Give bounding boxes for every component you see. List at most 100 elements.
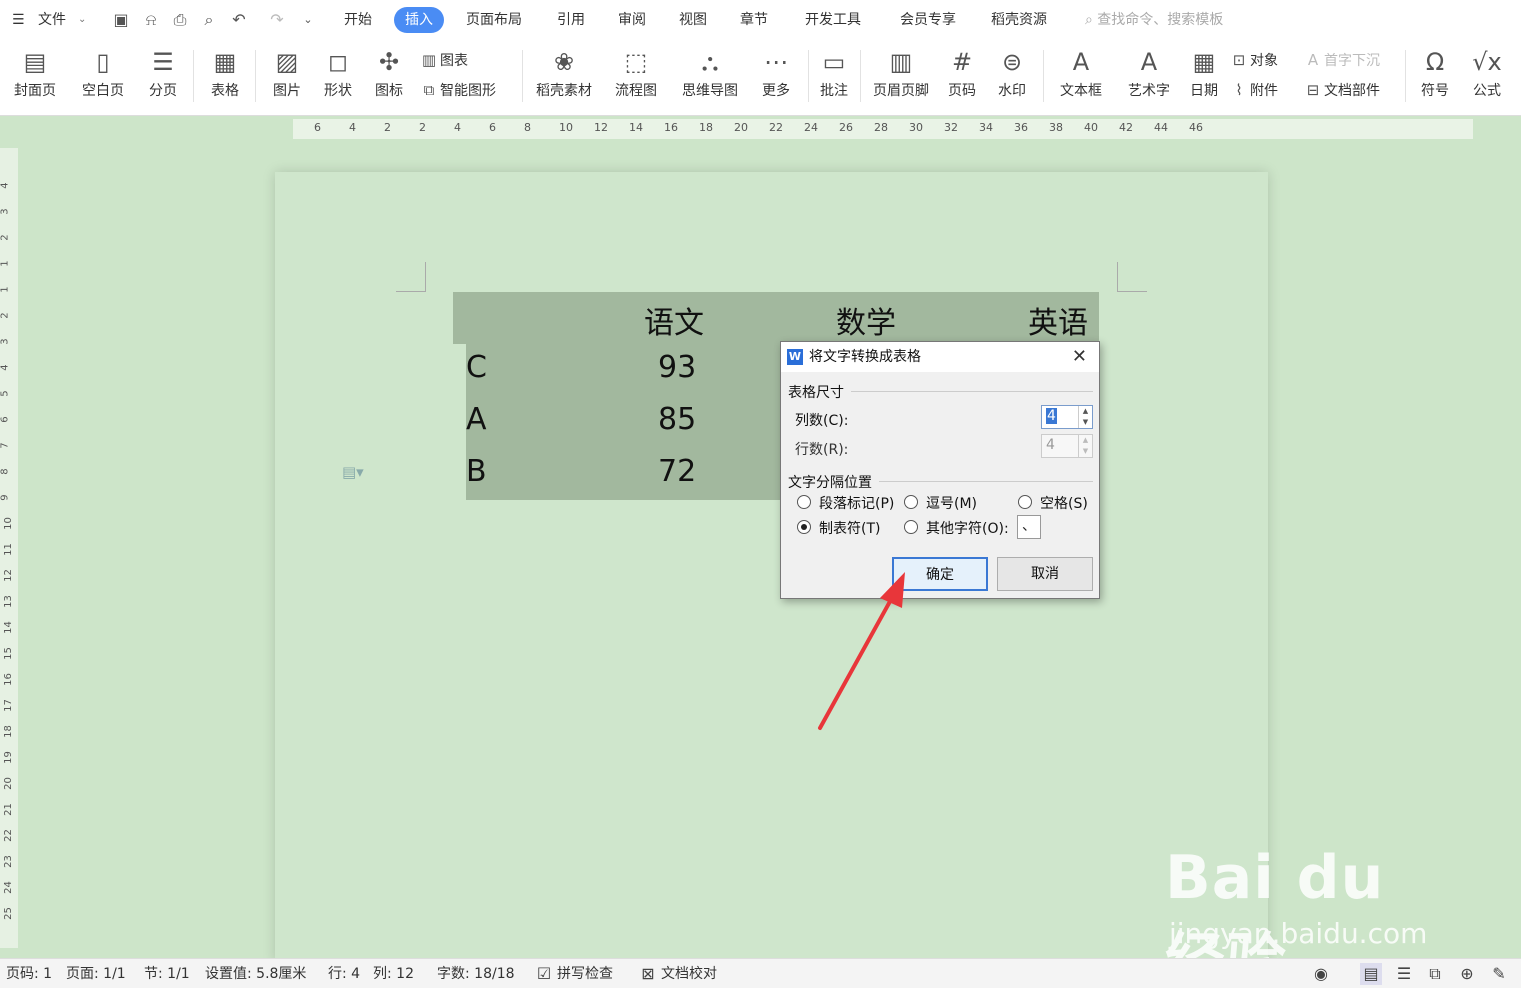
page-break-button[interactable]: ☰ 分页	[140, 44, 186, 110]
mindmap-button[interactable]: ⛬ 思维导图	[674, 44, 746, 110]
file-dropdown-icon[interactable]: ⌄	[78, 0, 86, 40]
file-menu[interactable]: 文件	[38, 0, 66, 40]
table-button[interactable]: ▦ 表格	[202, 44, 248, 110]
drop-cap-button[interactable]: A 首字下沉	[1302, 48, 1380, 72]
vertical-ruler[interactable]: 4 3 2 1 1 2 3 4 5 6 7 8 9 10 11 12 13 14 15 16 17 18 19 20 21 22 2…	[0, 148, 18, 948]
close-icon[interactable]: ✕	[1072, 342, 1087, 372]
document-page[interactable]	[275, 172, 1268, 962]
outline-view-icon[interactable]: ☰	[1393, 963, 1415, 985]
margin-corner-mark	[1117, 262, 1147, 292]
tab-review[interactable]: 审阅	[618, 0, 646, 40]
search-input[interactable]: 查找命令、搜索模板	[1097, 12, 1223, 28]
ok-button[interactable]: 确定	[892, 557, 988, 591]
spell-check-icon[interactable]: ☑	[533, 963, 555, 985]
header-cell[interactable]: 数学	[836, 298, 896, 342]
radio-other-char[interactable]	[904, 520, 918, 534]
header-cell[interactable]: 语文	[644, 298, 704, 342]
picture-button[interactable]: ▨ 图片	[264, 44, 310, 110]
tab-page-layout[interactable]: 页面布局	[466, 0, 522, 40]
columns-spinner[interactable]: 4 ▲ ▼	[1041, 405, 1093, 429]
radio-paragraph-mark[interactable]	[797, 495, 811, 509]
status-setting-value[interactable]: 设置值: 5.8厘米	[205, 959, 306, 988]
radio-comma[interactable]	[904, 495, 918, 509]
horizontal-ruler[interactable]: 6 4 2 2 4 6 8 10 12 14 16 18 20 22 24 26 28 30 32 34 36 38 40 4…	[0, 117, 1521, 142]
tab-developer[interactable]: 开发工具	[805, 0, 861, 40]
print-icon[interactable]: ⎙	[169, 9, 191, 31]
reading-view-icon[interactable]: ⧉	[1424, 963, 1446, 985]
other-char-input[interactable]: 、	[1017, 515, 1041, 539]
customize-dropdown-icon[interactable]: ⌄	[297, 9, 319, 31]
paste-options-icon[interactable]: ▤▾	[342, 463, 364, 481]
cancel-button[interactable]: 取消	[997, 557, 1093, 591]
icon-button[interactable]: ✣ 图标	[366, 44, 412, 110]
save-icon[interactable]: ▣	[110, 9, 132, 31]
attachment-button[interactable]: ⌇ 附件	[1228, 78, 1278, 102]
row-score-cell[interactable]: 85	[658, 402, 696, 437]
object-icon: ⊡	[1232, 51, 1246, 69]
dialog-titlebar[interactable]: W 将文字转换成表格 ✕	[781, 342, 1099, 372]
symbol-button[interactable]: Ω 符号	[1412, 44, 1458, 110]
shape-button[interactable]: ◻ 形状	[315, 44, 361, 110]
cover-page-button[interactable]: ▤ 封面页	[6, 44, 64, 110]
status-page-number[interactable]: 页码: 1	[6, 959, 52, 988]
chart-button[interactable]: ▥ 图表	[418, 48, 468, 72]
date-button[interactable]: ▦ 日期	[1186, 44, 1222, 110]
hamburger-menu-icon[interactable]: ☰	[12, 0, 25, 40]
header-footer-button[interactable]: ▥ 页眉页脚	[868, 44, 934, 110]
flowchart-button[interactable]: ⬚ 流程图	[607, 44, 665, 110]
radio-comma-label[interactable]: 逗号(M)	[926, 493, 977, 513]
status-column[interactable]: 列: 12	[373, 959, 414, 988]
row-score-cell[interactable]: 93	[658, 350, 696, 385]
more-button[interactable]: ⋯ 更多	[754, 44, 798, 110]
print-preview-icon[interactable]: ⌕	[198, 9, 220, 31]
redo-icon[interactable]: ↷	[266, 9, 288, 31]
smartart-button[interactable]: ⧉ 智能图形	[418, 78, 496, 102]
spinner-arrows-icon[interactable]: ▲ ▼	[1078, 406, 1092, 428]
wordart-button[interactable]: A 艺术字	[1120, 44, 1178, 110]
row-name-cell[interactable]: B	[466, 454, 487, 489]
command-search[interactable]: ⌕ 查找命令、搜索模板	[1085, 0, 1223, 40]
page-view-icon[interactable]: ▤	[1360, 963, 1382, 985]
blank-page-button[interactable]: ▯ 空白页	[72, 44, 134, 110]
doc-proofread-button[interactable]: 文档校对	[661, 959, 717, 988]
tab-chapter[interactable]: 章节	[740, 0, 768, 40]
doc-parts-button[interactable]: ⊟ 文档部件	[1302, 78, 1380, 102]
header-cell[interactable]: 英语	[1028, 298, 1088, 342]
spell-check-button[interactable]: 拼写检查	[557, 959, 613, 988]
tab-view[interactable]: 视图	[679, 0, 707, 40]
undo-icon[interactable]: ↶	[228, 9, 250, 31]
status-row[interactable]: 行: 4	[328, 959, 360, 988]
watermark-button[interactable]: ⊜ 水印	[990, 44, 1034, 110]
pen-icon[interactable]: ✎	[1488, 963, 1510, 985]
comment-button[interactable]: ▭ 批注	[815, 44, 853, 110]
tab-start[interactable]: 开始	[344, 0, 372, 40]
row-name-cell[interactable]: C	[466, 350, 487, 385]
radio-paragraph-label[interactable]: 段落标记(P)	[819, 493, 894, 513]
object-button[interactable]: ⊡ 对象	[1228, 48, 1278, 72]
format-painter-icon[interactable]: ⍾	[140, 9, 162, 31]
doc-proofread-icon[interactable]: ⊠	[637, 963, 659, 985]
textbox-button[interactable]: A 文本框	[1052, 44, 1110, 110]
tab-docer-resources[interactable]: 稻壳资源	[991, 0, 1047, 40]
tab-references[interactable]: 引用	[557, 0, 585, 40]
tab-member[interactable]: 会员专享	[900, 0, 956, 40]
row-name-cell[interactable]: A	[466, 402, 487, 437]
eye-protection-icon[interactable]: ◉	[1310, 963, 1332, 985]
row-score-cell[interactable]: 72	[658, 454, 696, 489]
columns-value[interactable]: 4	[1046, 408, 1057, 424]
formula-button[interactable]: √x 公式	[1464, 44, 1510, 110]
radio-space[interactable]	[1018, 495, 1032, 509]
status-word-count[interactable]: 字数: 18/18	[437, 959, 515, 988]
radio-tab-label[interactable]: 制表符(T)	[819, 518, 880, 538]
page-number-button[interactable]: # 页码	[940, 44, 984, 110]
radio-tab[interactable]	[797, 520, 811, 534]
status-section[interactable]: 节: 1/1	[144, 959, 190, 988]
baidu-jingyan-watermark: Bai du 经验 jingyan.baidu.com	[1165, 825, 1445, 988]
status-page[interactable]: 页面: 1/1	[66, 959, 126, 988]
web-view-icon[interactable]: ⊕	[1456, 963, 1478, 985]
docer-material-button[interactable]: ❀ 稻壳素材	[532, 44, 596, 110]
radio-space-label[interactable]: 空格(S)	[1040, 493, 1088, 513]
tab-insert[interactable]: 插入	[394, 7, 444, 33]
radio-other-label[interactable]: 其他字符(O):	[926, 518, 1009, 538]
ruler-tick-label: 6	[0, 416, 11, 423]
